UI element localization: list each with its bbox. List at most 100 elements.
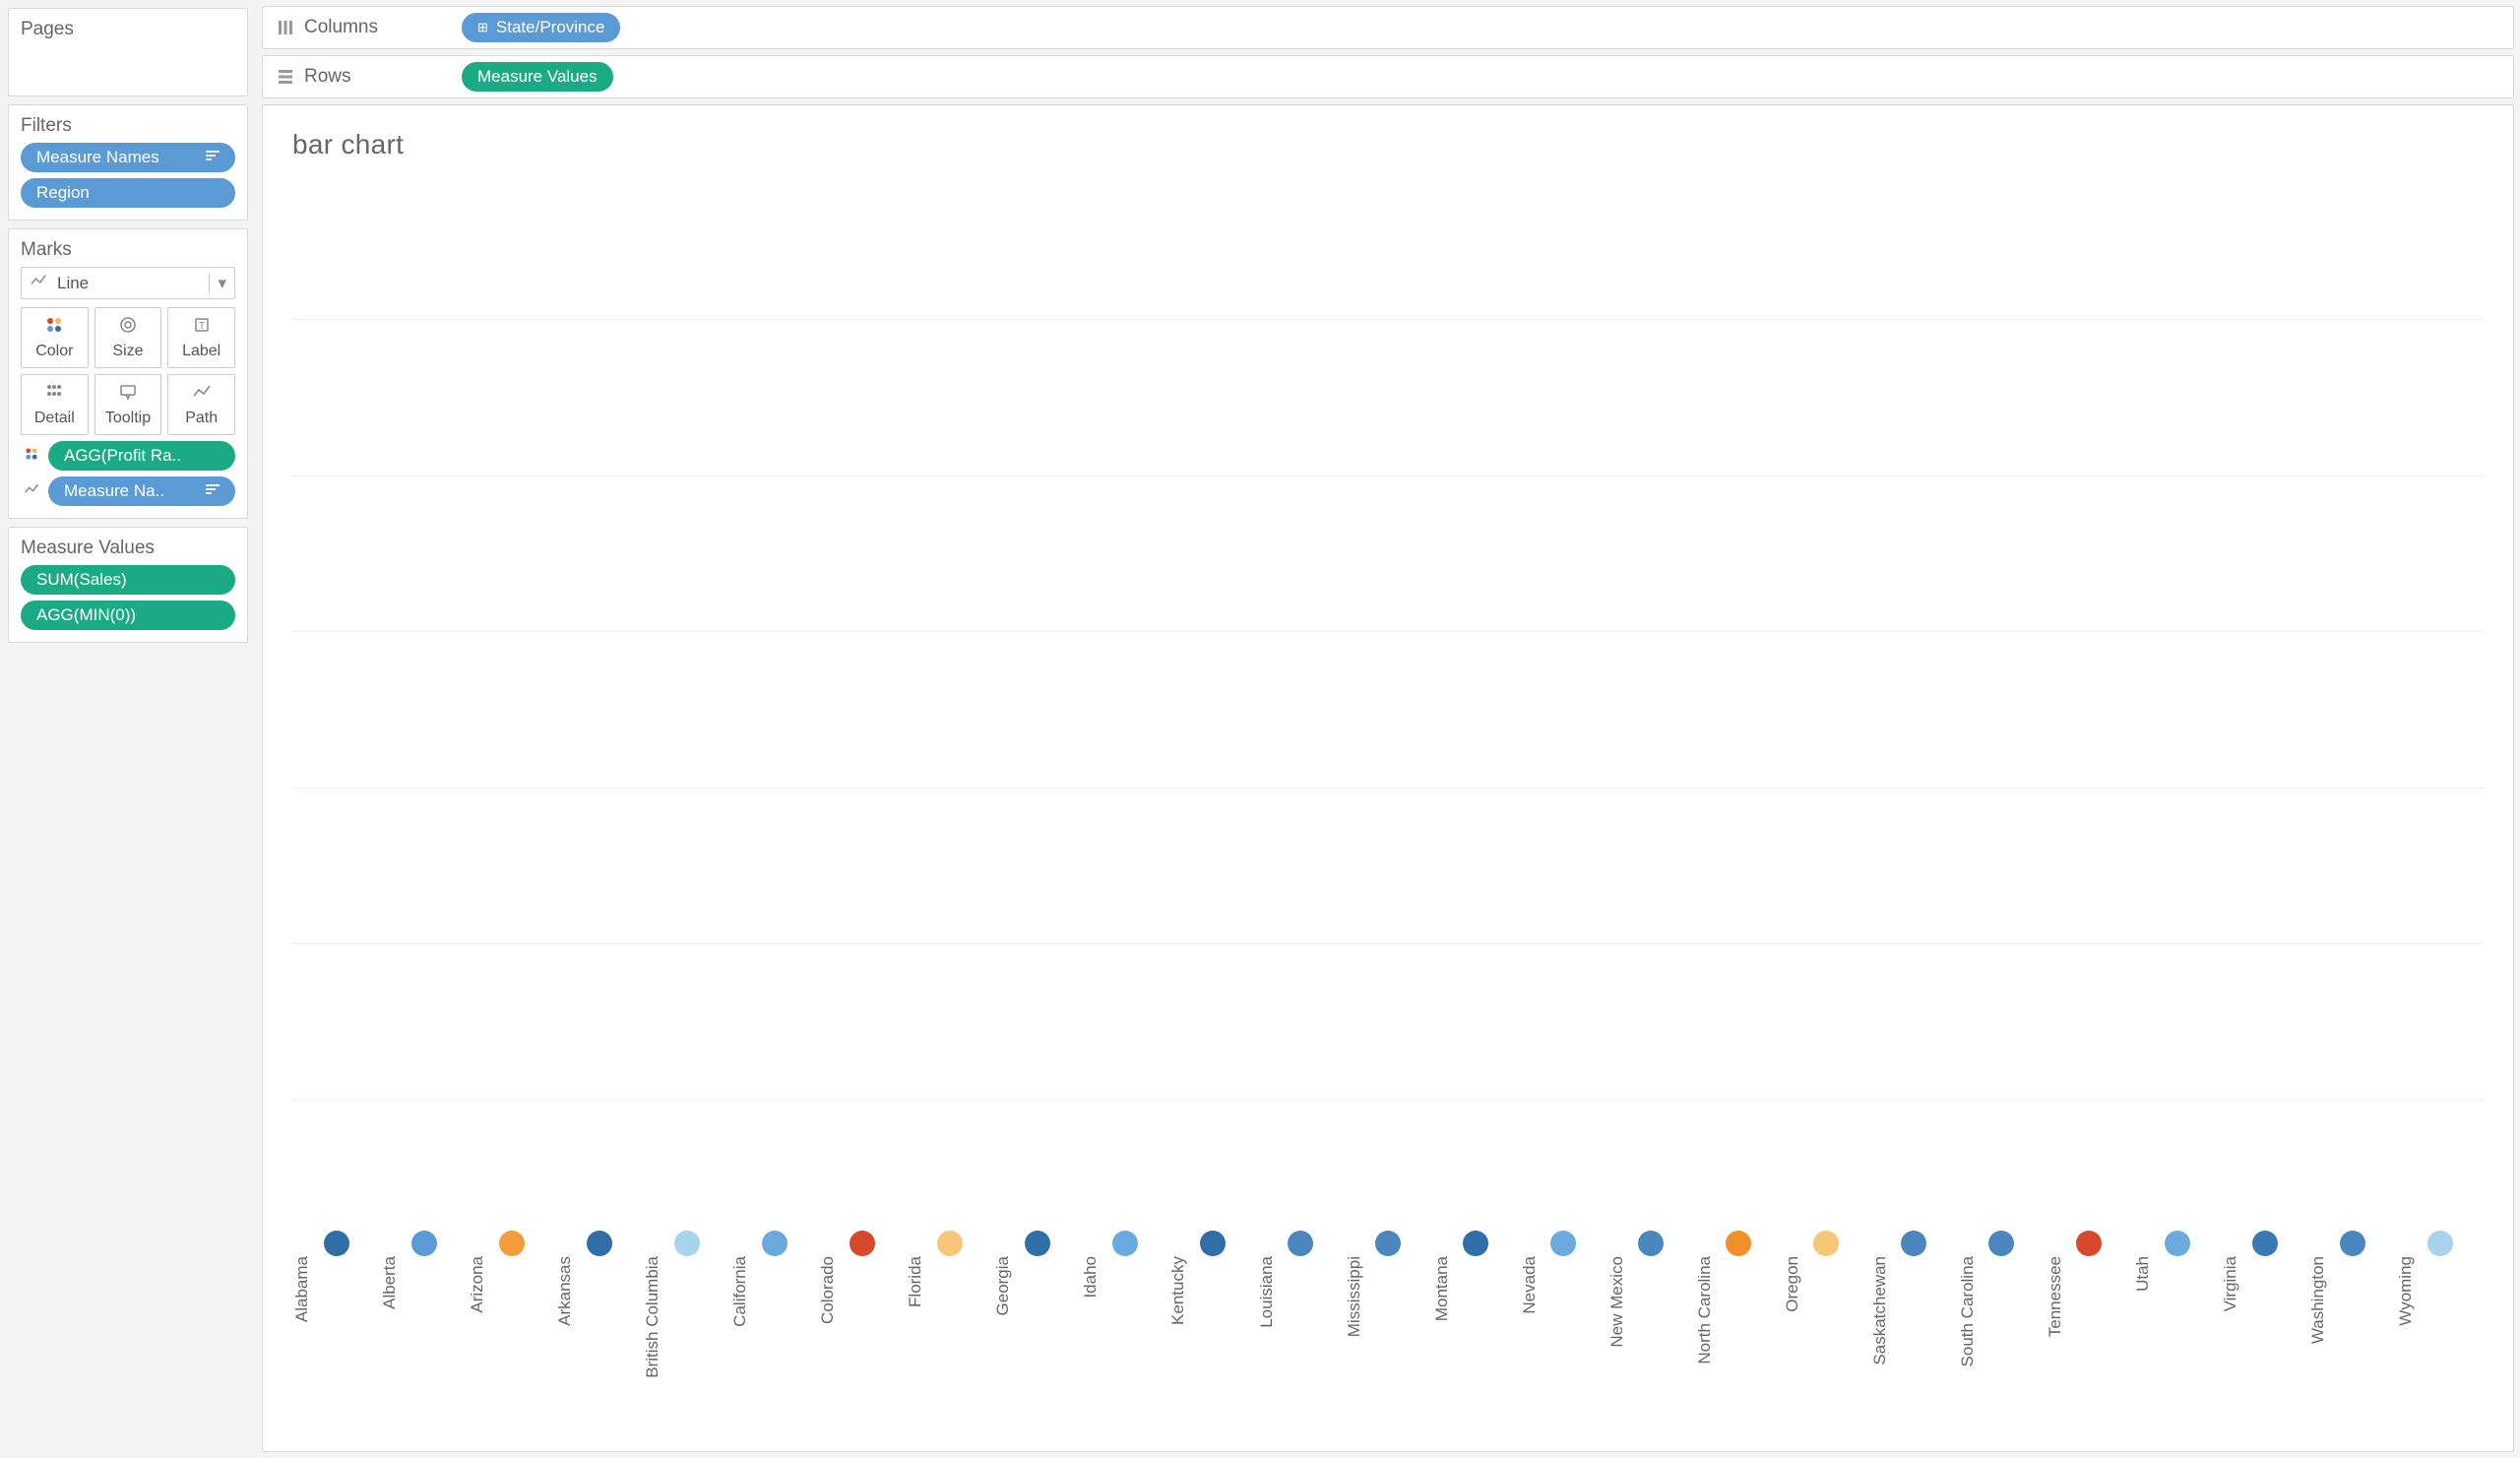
marks-detail-cell[interactable]: Detail bbox=[21, 374, 89, 435]
x-tick-label: Nevada bbox=[1520, 1256, 1607, 1314]
bar-cell bbox=[2396, 1231, 2484, 1256]
color-icon bbox=[44, 315, 64, 339]
viz-title: bar chart bbox=[292, 129, 2484, 160]
bar[interactable] bbox=[674, 1231, 700, 1256]
marks-path-cell[interactable]: Path bbox=[167, 374, 235, 435]
cell-label: Path bbox=[185, 410, 218, 427]
bar-cell bbox=[380, 1231, 468, 1256]
tooltip-icon bbox=[118, 382, 138, 406]
bar-cell bbox=[1783, 1231, 1870, 1256]
x-tick-label: North Carolina bbox=[1695, 1256, 1783, 1364]
pill-label: Region bbox=[36, 183, 90, 203]
x-tick-label: Kentucky bbox=[1168, 1256, 1256, 1325]
x-tick-label: Montana bbox=[1432, 1256, 1520, 1321]
bar[interactable] bbox=[1638, 1231, 1664, 1256]
side-panels: Pages Filters Measure Names Region Marks bbox=[0, 0, 256, 1458]
encoding-pill-profit-ratio[interactable]: AGG(Profit Ra.. bbox=[48, 441, 235, 471]
bar[interactable] bbox=[2252, 1231, 2278, 1256]
x-tick-label: Utah bbox=[2133, 1256, 2221, 1292]
filter-pill-region[interactable]: Region bbox=[21, 178, 235, 208]
bar-cell bbox=[2221, 1231, 2308, 1256]
marks-title: Marks bbox=[21, 239, 235, 261]
bar[interactable] bbox=[324, 1231, 349, 1256]
measure-values-title: Measure Values bbox=[21, 538, 235, 559]
filters-card: Filters Measure Names Region bbox=[8, 104, 248, 221]
rows-pill-measure-values[interactable]: Measure Values bbox=[462, 62, 613, 92]
bar-cell bbox=[1432, 1231, 1520, 1256]
pill-label: SUM(Sales) bbox=[36, 570, 127, 590]
filter-pill-measure-names[interactable]: Measure Names bbox=[21, 143, 235, 172]
marks-tooltip-cell[interactable]: Tooltip bbox=[94, 374, 162, 435]
marks-size-cell[interactable]: Size bbox=[94, 307, 162, 368]
x-tick-label: California bbox=[730, 1256, 818, 1327]
bar[interactable] bbox=[587, 1231, 612, 1256]
bar[interactable] bbox=[1901, 1231, 1926, 1256]
bar-cell bbox=[1257, 1231, 1345, 1256]
gridline bbox=[292, 943, 2484, 944]
bar[interactable] bbox=[762, 1231, 788, 1256]
hierarchy-icon: ⊞ bbox=[477, 20, 488, 35]
mark-type-label: Line bbox=[57, 274, 89, 293]
marks-card: Marks Line ▾ Color bbox=[8, 228, 248, 519]
pill-label: Measure Na.. bbox=[64, 481, 164, 501]
marks-color-cell[interactable]: Color bbox=[21, 307, 89, 368]
rows-shelf[interactable]: Rows Measure Values bbox=[262, 55, 2514, 98]
bar[interactable] bbox=[1550, 1231, 1576, 1256]
x-tick-label: Mississippi bbox=[1345, 1256, 1432, 1337]
pill-label: Measure Values bbox=[477, 67, 598, 87]
gridline bbox=[292, 788, 2484, 789]
bar[interactable] bbox=[1813, 1231, 1839, 1256]
cell-label: Tooltip bbox=[105, 410, 151, 427]
bar-cell bbox=[1081, 1231, 1168, 1256]
bar[interactable] bbox=[1200, 1231, 1226, 1256]
bar[interactable] bbox=[499, 1231, 525, 1256]
bar[interactable] bbox=[2076, 1231, 2102, 1256]
gridline bbox=[292, 631, 2484, 632]
x-tick-label: Saskatchewan bbox=[1870, 1256, 1958, 1365]
x-tick-label: Louisiana bbox=[1257, 1256, 1345, 1328]
detail-icon bbox=[44, 382, 64, 406]
bar[interactable] bbox=[1463, 1231, 1488, 1256]
x-tick-label: South Carolina bbox=[1958, 1256, 2046, 1366]
x-tick-label: Florida bbox=[906, 1256, 993, 1307]
bar[interactable] bbox=[1112, 1231, 1138, 1256]
bar-cell bbox=[2308, 1231, 2396, 1256]
bar[interactable] bbox=[1988, 1231, 2014, 1256]
bar[interactable] bbox=[2165, 1231, 2190, 1256]
bar[interactable] bbox=[850, 1231, 875, 1256]
cell-label: Detail bbox=[34, 410, 75, 427]
x-tick-label: British Columbia bbox=[643, 1256, 730, 1378]
bar[interactable] bbox=[1025, 1231, 1050, 1256]
bar[interactable] bbox=[2340, 1231, 2365, 1256]
mv-pill-agg-min0[interactable]: AGG(MIN(0)) bbox=[21, 601, 235, 630]
viz-canvas: bar chart AlabamaAlbertaArizonaArkansasB… bbox=[262, 104, 2514, 1452]
x-tick-label: Washington bbox=[2308, 1256, 2396, 1344]
gridline bbox=[292, 319, 2484, 320]
cell-label: Label bbox=[182, 343, 220, 360]
mv-pill-sum-sales[interactable]: SUM(Sales) bbox=[21, 565, 235, 595]
marks-label-cell[interactable]: T Label bbox=[167, 307, 235, 368]
columns-pill-state[interactable]: ⊞ State/Province bbox=[462, 13, 620, 42]
x-tick-label: Idaho bbox=[1081, 1256, 1168, 1299]
bar[interactable] bbox=[1726, 1231, 1751, 1256]
bar[interactable] bbox=[2427, 1231, 2453, 1256]
bar[interactable] bbox=[937, 1231, 963, 1256]
shelf-label-text: Rows bbox=[304, 66, 351, 88]
columns-shelf[interactable]: Columns ⊞ State/Province bbox=[262, 6, 2514, 49]
bar-cell bbox=[2046, 1231, 2133, 1256]
mark-type-select[interactable]: Line ▾ bbox=[21, 267, 235, 299]
bar[interactable] bbox=[1375, 1231, 1401, 1256]
encoding-pill-measure-names[interactable]: Measure Na.. bbox=[48, 476, 235, 506]
bar-cell bbox=[1958, 1231, 2046, 1256]
svg-text:T: T bbox=[199, 321, 205, 332]
x-tick-label: Arizona bbox=[468, 1256, 555, 1313]
pill-label: Measure Names bbox=[36, 148, 159, 167]
pill-label: AGG(Profit Ra.. bbox=[64, 446, 181, 466]
gridline bbox=[292, 475, 2484, 476]
columns-icon bbox=[277, 19, 294, 36]
bar[interactable] bbox=[1288, 1231, 1313, 1256]
bar-cell bbox=[1520, 1231, 1607, 1256]
measure-values-card: Measure Values SUM(Sales) AGG(MIN(0)) bbox=[8, 527, 248, 643]
bar-cell bbox=[1607, 1231, 1695, 1256]
bar[interactable] bbox=[411, 1231, 437, 1256]
